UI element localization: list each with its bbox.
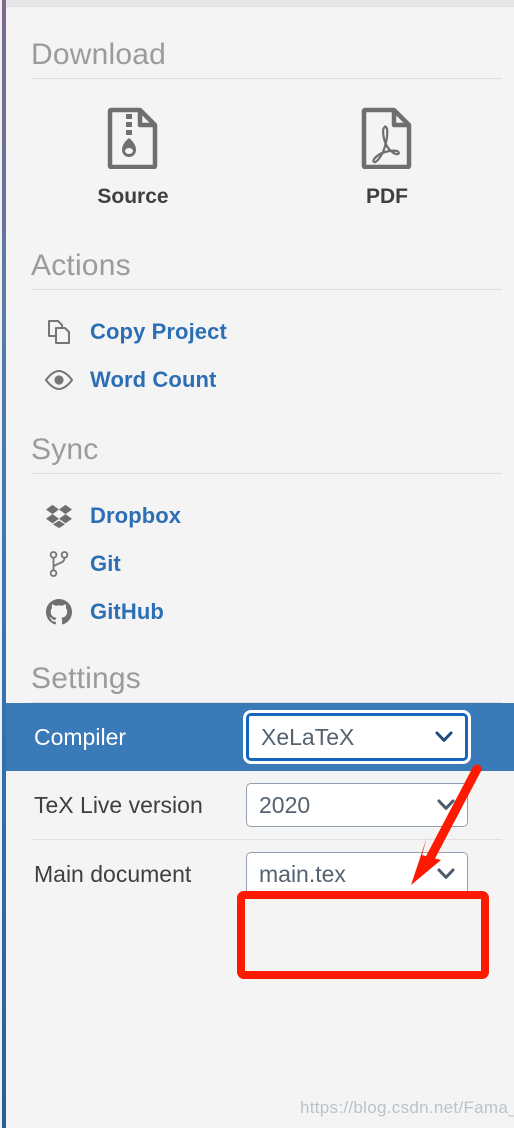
- git-link[interactable]: Git: [6, 540, 514, 588]
- texlive-version-value: 2020: [259, 791, 311, 818]
- main-document-select[interactable]: main.tex: [246, 852, 468, 896]
- main-document-label: Main document: [34, 860, 192, 887]
- sync-section: Sync Dropbox Git GitHub: [6, 408, 514, 640]
- texlive-select-wrap: 2020: [246, 783, 468, 827]
- compiler-select-wrap: XeLaTeX: [246, 713, 468, 761]
- settings-section: Settings Compiler XeLaTeX TeX Live versi…: [6, 640, 514, 908]
- word-count-label: Word Count: [90, 367, 217, 392]
- chevron-down-icon: [437, 868, 455, 879]
- main-document-value: main.tex: [259, 860, 346, 887]
- compiler-label: Compiler: [34, 723, 127, 750]
- sync-section-header: Sync: [31, 433, 99, 466]
- download-source-label: Source: [97, 185, 169, 208]
- texlive-version-label: TeX Live version: [34, 791, 203, 818]
- texlive-version-select[interactable]: 2020: [246, 783, 468, 827]
- dropbox-label: Dropbox: [90, 503, 182, 528]
- github-icon: [44, 597, 74, 627]
- word-count-link[interactable]: Word Count: [6, 356, 514, 404]
- github-link[interactable]: GitHub: [6, 588, 514, 636]
- download-items: Source PDF: [6, 79, 514, 225]
- pdf-file-icon: [359, 107, 415, 170]
- chevron-down-icon: [437, 799, 455, 810]
- panel-top-bar: [6, 0, 514, 7]
- download-pdf-label: PDF: [366, 185, 408, 208]
- copy-icon: [44, 317, 74, 347]
- dropbox-icon: [44, 501, 74, 531]
- compiler-select-value: XeLaTeX: [261, 723, 355, 750]
- download-pdf-button[interactable]: PDF: [260, 107, 514, 209]
- compiler-select[interactable]: XeLaTeX: [246, 713, 468, 761]
- git-label: Git: [90, 551, 121, 576]
- setting-row-main-document[interactable]: Main document main.tex: [6, 840, 514, 908]
- copy-project-label: Copy Project: [90, 319, 227, 344]
- overleaf-project-menu-panel: Download Source PDF Actions Copy Project…: [0, 0, 514, 1128]
- menu-body: Download Source PDF Actions Copy Project…: [6, 7, 514, 1128]
- eye-icon: [44, 365, 74, 395]
- copy-project-link[interactable]: Copy Project: [6, 308, 514, 356]
- setting-row-compiler[interactable]: Compiler XeLaTeX: [6, 703, 514, 771]
- zip-file-icon: [105, 107, 161, 170]
- dropbox-link[interactable]: Dropbox: [6, 492, 514, 540]
- chevron-down-icon: [435, 731, 453, 742]
- download-source-button[interactable]: Source: [6, 107, 260, 209]
- sync-list: Dropbox Git GitHub: [6, 474, 514, 640]
- github-label: GitHub: [90, 599, 164, 624]
- actions-list: Copy Project Word Count: [6, 290, 514, 408]
- actions-section-header: Actions: [31, 249, 131, 282]
- git-branch-icon: [44, 549, 74, 579]
- download-section-header: Download: [31, 38, 167, 71]
- setting-row-texlive[interactable]: TeX Live version 2020: [6, 771, 514, 839]
- actions-section: Actions Copy Project Word Count: [6, 225, 514, 408]
- settings-section-header: Settings: [31, 662, 141, 695]
- main-document-select-wrap: main.tex: [246, 852, 468, 896]
- download-section: Download Source PDF: [6, 7, 514, 225]
